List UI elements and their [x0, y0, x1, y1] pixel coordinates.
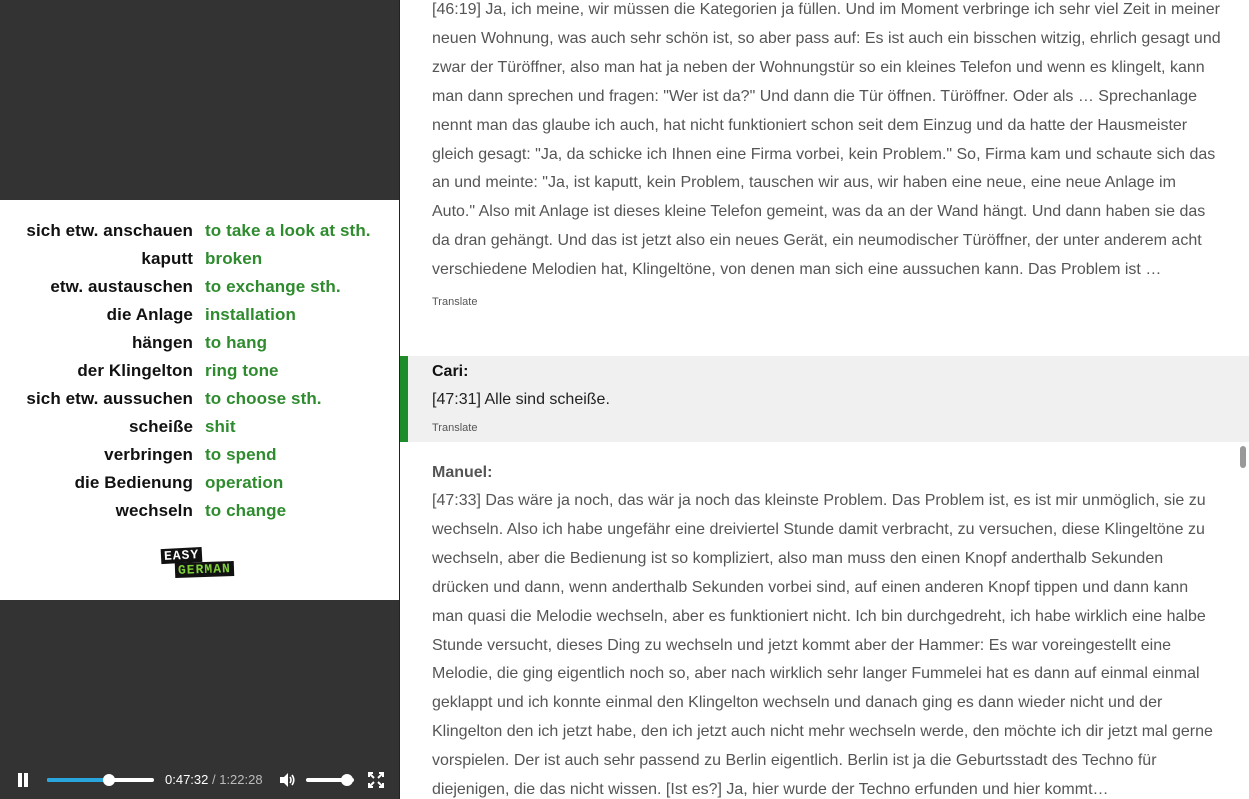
current-time: 0:47:32	[165, 772, 209, 787]
video-frame[interactable]: sich etw. anschauen to take a look at sth…	[0, 200, 399, 600]
vocab-english: shit	[205, 417, 236, 436]
vocab-row: hängen to hang	[0, 331, 399, 359]
vocab-row: die Anlage installation	[0, 303, 399, 331]
transcript-block-active: Cari: [47:31] Alle sind scheiße. Transla…	[400, 356, 1249, 442]
total-time: 1:22:28	[219, 772, 263, 787]
total-time-wrapper: / 1:22:28	[208, 772, 263, 787]
pause-icon[interactable]	[14, 771, 32, 789]
vocab-row: etw. austauschen to exchange sth.	[0, 275, 399, 303]
speaker-name: Manuel:	[432, 464, 493, 481]
vocab-german: verbringen	[104, 445, 193, 464]
transcript-block: [46:19] Ja, ich meine, wir müssen die Ka…	[400, 0, 1249, 310]
volume-slider[interactable]	[306, 774, 354, 786]
video-player[interactable]: sich etw. anschauen to take a look at sth…	[0, 0, 400, 799]
vocab-english: to choose sth.	[205, 389, 322, 408]
active-indicator	[400, 356, 408, 442]
translate-link[interactable]: Translate	[432, 295, 477, 309]
utterance-text: [46:19] Ja, ich meine, wir müssen die Ka…	[432, 1, 1221, 279]
vocab-english: operation	[205, 473, 284, 492]
vocab-english: installation	[205, 305, 296, 324]
vocab-german: wechseln	[115, 501, 193, 520]
vocab-english: ring tone	[205, 361, 279, 380]
utterance-text: [47:31] Alle sind scheiße.	[432, 391, 610, 408]
vocab-german: sich etw. aussuchen	[26, 389, 193, 408]
vocab-row: sich etw. aussuchen to choose sth.	[0, 387, 399, 415]
time-display: 0:47:32 / 1:22:28	[165, 772, 263, 787]
vocab-row: sich etw. anschauen to take a look at sth…	[0, 219, 399, 247]
vocab-german: die Anlage	[106, 305, 193, 324]
vocab-row: die Bedienung operation	[0, 471, 399, 499]
vocab-row: verbringen to spend	[0, 443, 399, 471]
vocab-row: kaputt broken	[0, 247, 399, 275]
vocab-english: to exchange sth.	[205, 277, 341, 296]
time-separator: /	[208, 772, 220, 787]
volume-icon[interactable]	[278, 771, 296, 789]
vocab-german: die Bedienung	[74, 473, 193, 492]
vocab-german: etw. austauschen	[50, 277, 193, 296]
vocab-german: kaputt	[141, 249, 193, 268]
volume-handle[interactable]	[340, 774, 353, 786]
transcript-panel[interactable]: [46:19] Ja, ich meine, wir müssen die Ka…	[400, 0, 1249, 799]
transcript-block: Manuel: [47:33] Das wäre ja noch, das wä…	[400, 459, 1249, 799]
vocabulary-list: sich etw. anschauen to take a look at sth…	[0, 219, 399, 527]
seek-bar[interactable]	[47, 774, 154, 786]
vocab-german: hängen	[131, 333, 193, 352]
vocab-english: to change	[205, 501, 287, 520]
vocab-english: broken	[205, 249, 263, 268]
vocab-row: der Klingelton ring tone	[0, 359, 399, 387]
vocab-row: scheiße shit	[0, 415, 399, 443]
seek-handle[interactable]	[102, 774, 115, 786]
player-controls: 0:47:32 / 1:22:28	[0, 760, 399, 799]
vocab-german: scheiße	[128, 417, 193, 436]
vocab-german: sich etw. anschauen	[26, 221, 193, 240]
easy-german-logo: EASY GERMAN	[160, 546, 241, 582]
translate-link[interactable]: Translate	[432, 421, 477, 435]
vocab-english: to spend	[205, 445, 277, 464]
seek-progress	[47, 778, 109, 782]
vocab-row: wechseln to change	[0, 499, 399, 527]
logo-line-german: GERMAN	[174, 560, 235, 579]
vocab-german: der Klingelton	[77, 361, 193, 380]
scrollbar-thumb[interactable]	[1240, 446, 1246, 468]
speaker-name: Cari:	[432, 363, 469, 380]
vocab-english: to hang	[205, 333, 268, 352]
fullscreen-icon[interactable]	[367, 771, 385, 789]
utterance-text: [47:33] Das wäre ja noch, das wär ja noc…	[432, 492, 1213, 799]
vocab-english: to take a look at sth.	[205, 221, 371, 240]
